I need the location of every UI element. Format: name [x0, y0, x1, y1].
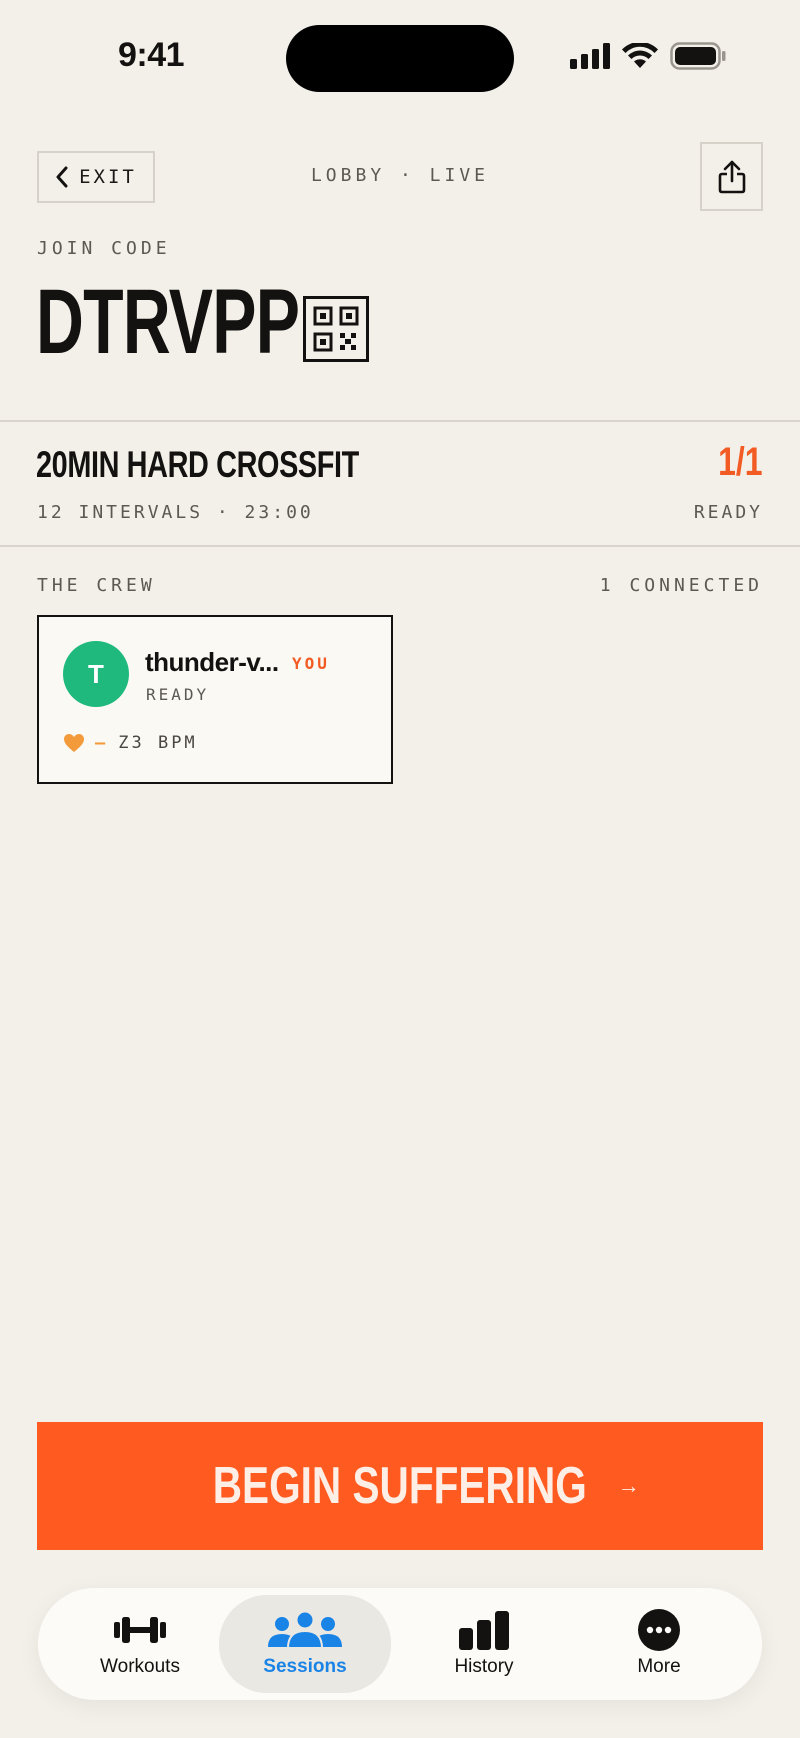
dumbbell-icon [114, 1617, 166, 1643]
tab-workouts-label: Workouts [100, 1656, 180, 1677]
divider [0, 545, 800, 547]
begin-button-label: BEGIN SUFFERING [212, 1457, 588, 1515]
join-code-label: JOIN CODE [37, 238, 171, 259]
more-icon [638, 1609, 680, 1651]
member-card[interactable]: T thunder-v... YOU READY — Z3 BPM [37, 615, 393, 784]
status-time: 9:41 [118, 36, 185, 74]
cellular-signal-icon [570, 43, 610, 69]
dynamic-island [286, 25, 514, 92]
tab-sessions[interactable]: Sessions [219, 1595, 391, 1693]
ready-label: READY [693, 502, 763, 523]
heart-rate-unit: Z3 BPM [118, 733, 198, 753]
arrow-right-icon: → [617, 1473, 640, 1498]
tab-bar: Workouts Sessions History More [38, 1588, 762, 1700]
begin-button[interactable]: BEGIN SUFFERING → [37, 1422, 763, 1550]
wifi-icon [622, 43, 658, 68]
member-status: READY [146, 685, 210, 704]
heart-icon [64, 734, 84, 752]
divider [0, 420, 800, 422]
heart-rate-value: — [95, 733, 109, 753]
tab-more-label: More [637, 1656, 681, 1677]
crew-count: 1 CONNECTED [599, 575, 763, 596]
heart-rate-row: — Z3 BPM [63, 733, 198, 753]
bar-chart-icon [459, 1611, 509, 1650]
avatar: T [63, 641, 129, 707]
tab-more[interactable]: More [573, 1588, 745, 1700]
lobby-status: LOBBY · LIVE [310, 165, 490, 186]
share-button[interactable] [700, 142, 763, 211]
tab-history[interactable]: History [398, 1588, 570, 1700]
you-badge: YOU [292, 654, 330, 673]
qr-code-icon [313, 306, 359, 352]
status-icons [570, 42, 726, 70]
workout-meta: 12 INTERVALS · 23:00 [37, 502, 314, 523]
member-name: thunder-v... [145, 647, 279, 677]
workout-title: 20MIN HARD CROSSFIT [36, 444, 359, 485]
tab-history-label: History [454, 1656, 514, 1677]
crew-label: THE CREW [37, 575, 156, 596]
battery-icon [670, 42, 726, 70]
share-icon [718, 160, 745, 193]
tab-sessions-label: Sessions [263, 1656, 347, 1677]
people-icon [268, 1611, 342, 1649]
qr-code-button[interactable] [303, 296, 369, 362]
tab-workouts[interactable]: Workouts [54, 1588, 226, 1700]
ready-count: 1/1 [718, 440, 763, 484]
join-code: DTRVPP [36, 271, 300, 373]
